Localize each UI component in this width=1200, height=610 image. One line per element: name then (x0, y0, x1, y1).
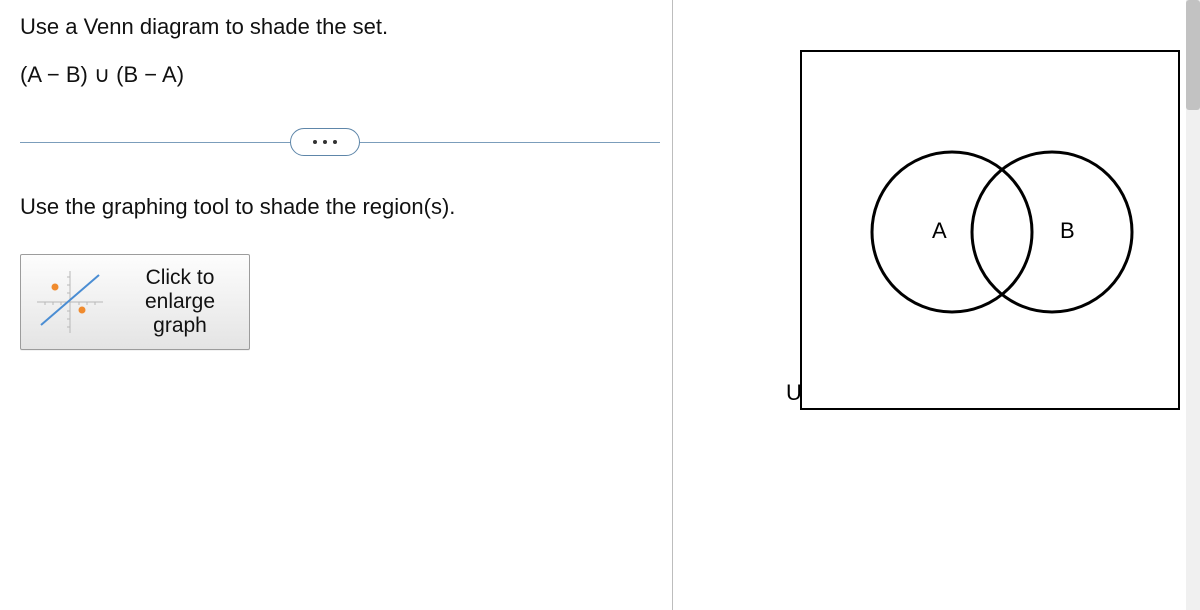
enlarge-graph-button[interactable]: Click to enlarge graph (20, 254, 250, 350)
set-expression: (A − B) ∪ (B − A) (20, 62, 650, 88)
vertical-divider (672, 0, 673, 610)
instruction-text-1: Use a Venn diagram to shade the set. (20, 14, 650, 40)
venn-diagram (802, 52, 1182, 412)
enlarge-graph-label: Click to enlarge graph (121, 266, 239, 338)
set-b-label: B (1060, 218, 1075, 244)
venn-universe-box[interactable]: A B (800, 50, 1180, 410)
set-a-label: A (932, 218, 947, 244)
venn-circle-a (872, 152, 1032, 312)
section-divider (20, 128, 660, 158)
scrollbar-thumb[interactable] (1186, 0, 1200, 110)
venn-circle-b (972, 152, 1132, 312)
ellipsis-icon (313, 140, 337, 144)
universe-label: U (786, 380, 802, 406)
graph-thumb-icon (31, 265, 109, 339)
diagram-pane: A B U (680, 0, 1200, 610)
instruction-text-2: Use the graphing tool to shade the regio… (20, 194, 650, 220)
question-pane: Use a Venn diagram to shade the set. (A … (0, 0, 670, 610)
more-options-button[interactable] (290, 128, 360, 156)
vertical-scrollbar[interactable] (1186, 0, 1200, 610)
